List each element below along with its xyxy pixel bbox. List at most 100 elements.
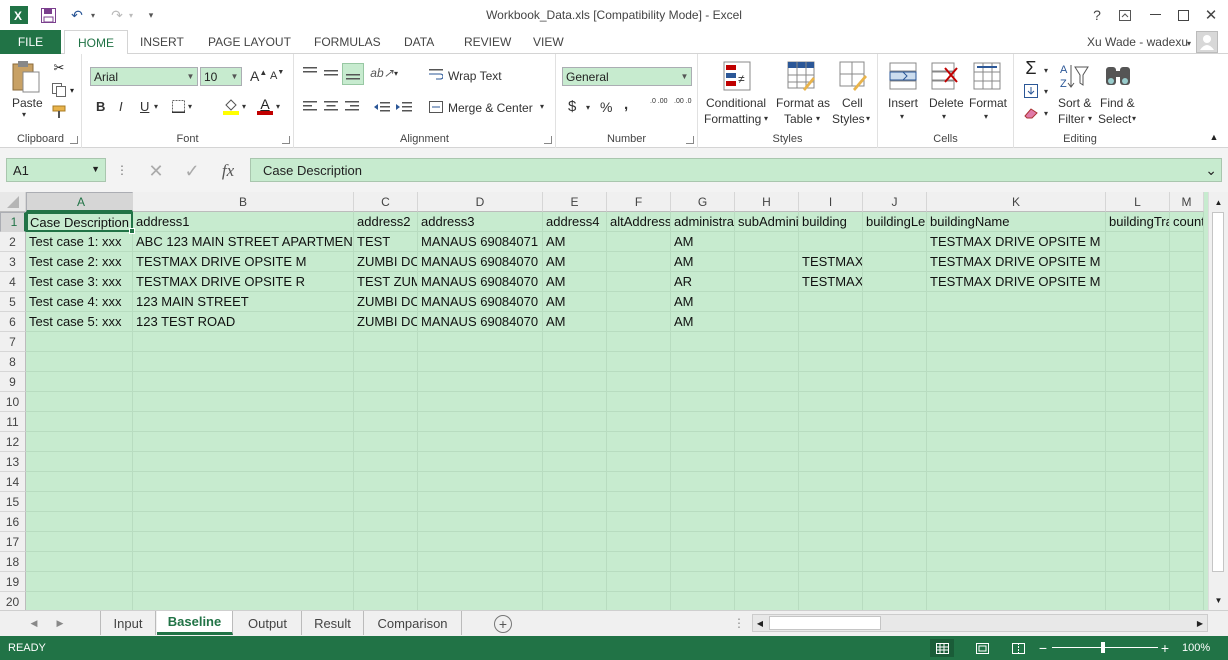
bold-button[interactable]: B — [96, 99, 105, 114]
formula-enter-icon[interactable]: ✓ — [178, 160, 206, 182]
cell-f4[interactable] — [607, 272, 671, 292]
cell-a8[interactable] — [26, 352, 133, 372]
cell-l15[interactable] — [1106, 492, 1170, 512]
number-format-dropdown-icon[interactable]: ▼ — [678, 68, 691, 85]
cell-f6[interactable] — [607, 312, 671, 332]
italic-button[interactable]: I — [119, 99, 123, 114]
cell-d9[interactable] — [418, 372, 543, 392]
cell-m8[interactable] — [1170, 352, 1204, 372]
cell-k4[interactable]: TESTMAX DRIVE OPSITE M — [927, 272, 1106, 292]
vertical-scrollbar[interactable]: ▲ ▼ — [1208, 192, 1228, 610]
scroll-down-icon[interactable]: ▼ — [1209, 592, 1228, 608]
cell-j12[interactable] — [863, 432, 927, 452]
cell-g5[interactable]: AM — [671, 292, 735, 312]
cell-styles-label-1[interactable]: Cell — [842, 96, 863, 110]
tab-page-layout[interactable]: PAGE LAYOUT — [208, 30, 291, 54]
zoom-level[interactable]: 100% — [1182, 642, 1210, 654]
cell-h1[interactable]: subAdmini — [735, 212, 799, 232]
currency-button[interactable]: $ — [568, 98, 576, 115]
cell-a2[interactable]: Test case 1: xxx — [26, 232, 133, 252]
cell-g9[interactable] — [671, 372, 735, 392]
cell-g16[interactable] — [671, 512, 735, 532]
fill-dropdown-icon[interactable]: ▾ — [1044, 87, 1048, 96]
cell-k7[interactable] — [927, 332, 1106, 352]
font-color-icon[interactable]: A — [256, 96, 274, 116]
cell-m15[interactable] — [1170, 492, 1204, 512]
cell-j8[interactable] — [863, 352, 927, 372]
cell-l6[interactable] — [1106, 312, 1170, 332]
copy-dropdown-icon[interactable]: ▾ — [68, 84, 76, 96]
cell-b10[interactable] — [133, 392, 354, 412]
cell-b2[interactable]: ABC 123 MAIN STREET APARTMEN — [133, 232, 354, 252]
cell-j9[interactable] — [863, 372, 927, 392]
delete-cells-icon[interactable] — [930, 60, 960, 92]
cell-i20[interactable] — [799, 592, 863, 610]
cell-e3[interactable]: AM — [543, 252, 607, 272]
scroll-right-icon[interactable]: ▶ — [1193, 615, 1207, 631]
cell-b18[interactable] — [133, 552, 354, 572]
cell-styles-label-2[interactable]: Styles — [832, 112, 865, 126]
cell-e20[interactable] — [543, 592, 607, 610]
cell-e10[interactable] — [543, 392, 607, 412]
cell-m12[interactable] — [1170, 432, 1204, 452]
conditional-formatting-label-1[interactable]: Conditional — [706, 96, 766, 110]
column-header-l[interactable]: L — [1106, 192, 1170, 212]
cell-b12[interactable] — [133, 432, 354, 452]
column-header-d[interactable]: D — [418, 192, 543, 212]
cell-c19[interactable] — [354, 572, 418, 592]
shrink-font-button[interactable]: A ▼ — [270, 69, 284, 83]
scroll-left-icon[interactable]: ◀ — [753, 615, 767, 631]
cell-e6[interactable]: AM — [543, 312, 607, 332]
cell-f17[interactable] — [607, 532, 671, 552]
row-header-15[interactable]: 15 — [0, 492, 26, 512]
insert-cells-dropdown-icon[interactable]: ▾ — [900, 112, 904, 121]
worksheet-grid[interactable]: A B C D E F G H I J K L M 1 Case Description address1 ad… — [0, 192, 1228, 610]
sort-filter-dropdown-icon[interactable]: ▾ — [1088, 114, 1092, 123]
autosum-icon[interactable]: Σ — [1020, 58, 1042, 78]
cell-j20[interactable] — [863, 592, 927, 610]
formula-cancel-icon[interactable]: ✕ — [142, 160, 170, 182]
cell-i12[interactable] — [799, 432, 863, 452]
cell-f12[interactable] — [607, 432, 671, 452]
increase-decimal-button[interactable]: .0 .00 — [650, 98, 670, 106]
cell-b1[interactable]: address1 — [133, 212, 354, 232]
cell-i5[interactable] — [799, 292, 863, 312]
page-break-view-icon[interactable] — [1006, 639, 1030, 657]
cell-c18[interactable] — [354, 552, 418, 572]
zoom-slider-thumb[interactable] — [1101, 642, 1105, 653]
row-header-17[interactable]: 17 — [0, 532, 26, 552]
column-header-a[interactable]: A — [26, 192, 133, 212]
conditional-formatting-label-2[interactable]: Formatting — [704, 112, 761, 126]
cell-m20[interactable] — [1170, 592, 1204, 610]
cell-b9[interactable] — [133, 372, 354, 392]
cell-c4[interactable]: TEST ZUM — [354, 272, 418, 292]
cell-l9[interactable] — [1106, 372, 1170, 392]
fill-color-dropdown-icon[interactable]: ▾ — [242, 102, 246, 111]
cell-e15[interactable] — [543, 492, 607, 512]
format-cells-dropdown-icon[interactable]: ▾ — [984, 112, 988, 121]
row-header-16[interactable]: 16 — [0, 512, 26, 532]
sheet-tab-input[interactable]: Input — [100, 611, 156, 635]
close-icon[interactable]: ✕ — [1198, 4, 1224, 26]
cell-k6[interactable] — [927, 312, 1106, 332]
format-cells-icon[interactable] — [972, 60, 1002, 92]
cell-f10[interactable] — [607, 392, 671, 412]
cell-g15[interactable] — [671, 492, 735, 512]
tab-home[interactable]: HOME — [64, 30, 128, 55]
cell-l8[interactable] — [1106, 352, 1170, 372]
cell-e1[interactable]: address4 — [543, 212, 607, 232]
cell-k17[interactable] — [927, 532, 1106, 552]
decrease-decimal-button[interactable]: .00 .0 — [674, 98, 694, 106]
column-header-k[interactable]: K — [927, 192, 1106, 212]
column-header-b[interactable]: B — [133, 192, 354, 212]
cell-h17[interactable] — [735, 532, 799, 552]
cell-d20[interactable] — [418, 592, 543, 610]
cell-f7[interactable] — [607, 332, 671, 352]
cell-b14[interactable] — [133, 472, 354, 492]
cell-l12[interactable] — [1106, 432, 1170, 452]
cell-a17[interactable] — [26, 532, 133, 552]
autosum-dropdown-icon[interactable]: ▾ — [1044, 66, 1048, 75]
cell-c15[interactable] — [354, 492, 418, 512]
insert-cells-button[interactable]: Insert — [888, 96, 918, 110]
cell-d15[interactable] — [418, 492, 543, 512]
